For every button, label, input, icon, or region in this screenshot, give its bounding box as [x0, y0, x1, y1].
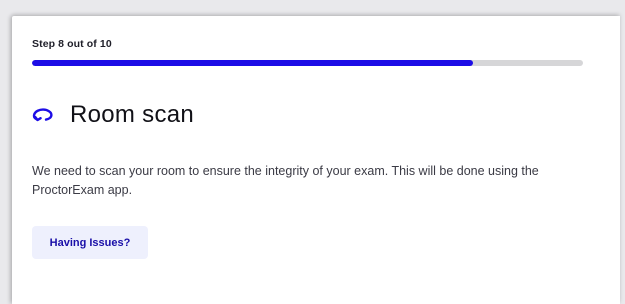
progress-bar-fill [32, 60, 473, 66]
instruction-text: We need to scan your room to ensure the … [32, 164, 539, 197]
step-indicator: Step 8 out of 10 [32, 38, 112, 50]
having-issues-button[interactable]: Having Issues? [32, 226, 148, 259]
page-title: Room scan [70, 101, 195, 128]
rotate-icon [32, 104, 54, 126]
page-header: Room scan [32, 97, 194, 133]
progress-bar [32, 60, 583, 66]
